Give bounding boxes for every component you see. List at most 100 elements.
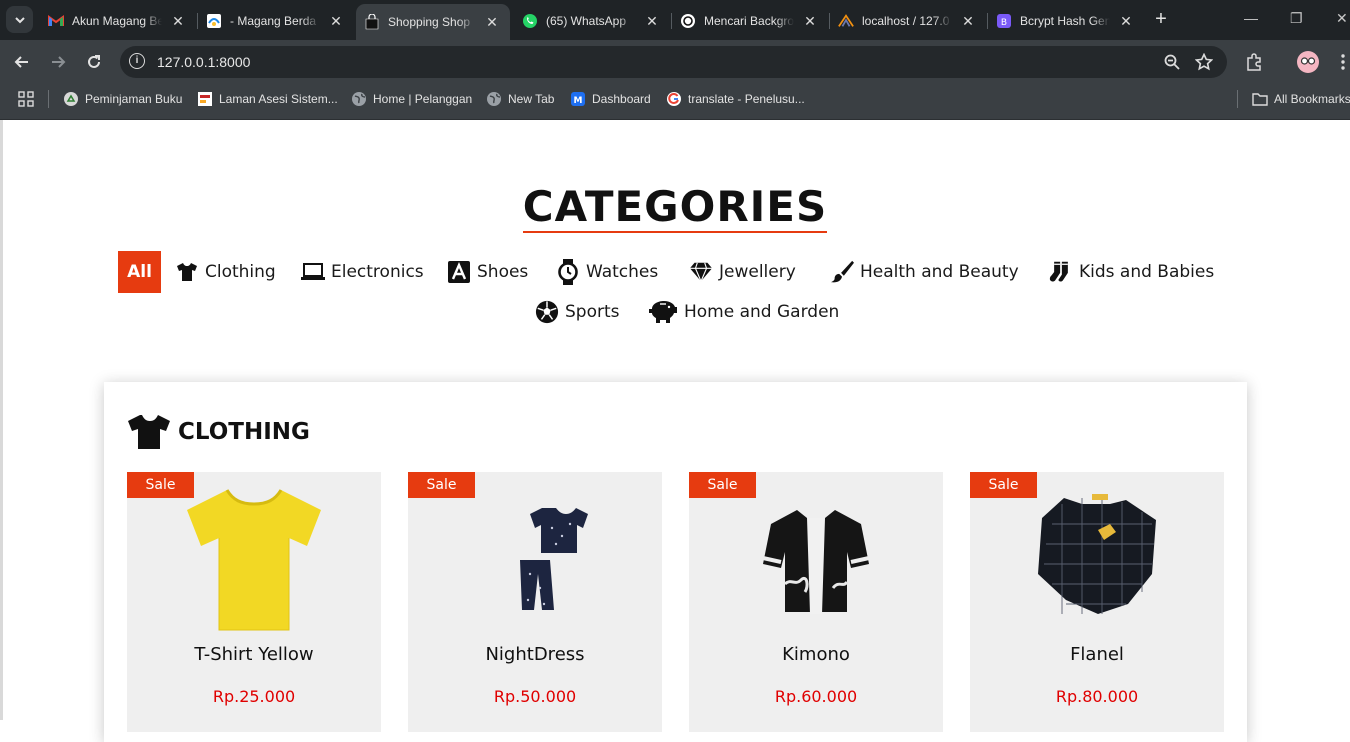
tab-title: Mencari Backgro [704,14,794,28]
bookmark-peminjaman-buku[interactable]: Peminjaman Buku [63,91,182,107]
product-price: Rp.25.000 [212,687,296,706]
address-bar[interactable] [120,46,1227,78]
bookmark-home-pelanggan[interactable]: Home | Pelanggan [351,91,472,107]
close-icon[interactable]: ✕ [168,11,188,31]
category-label: Shoes [477,262,529,282]
close-icon[interactable]: ✕ [1116,11,1136,31]
product-card[interactable]: Sale T-Shirt Yellow Rp.25.000 [127,472,381,732]
bookmark-star-icon[interactable] [1195,53,1213,71]
product-price: Rp.50.000 [493,687,577,706]
site-info-icon[interactable]: i [129,53,145,69]
gmail-icon [48,13,64,29]
forward-button[interactable] [47,51,69,73]
yellow-tshirt-image [187,489,321,631]
category-electronics[interactable]: Electronics [301,252,424,292]
section-title: CLOTHING [178,419,310,445]
reload-button[interactable] [83,51,105,73]
url-text[interactable]: 127.0.0.1:8000 [157,54,250,70]
product-name: NightDress [485,644,585,665]
letter-a-icon [447,260,471,284]
reload-icon [88,55,100,68]
tab-title: - Magang Berda [230,14,317,28]
phpmyadmin-icon [838,13,854,29]
product-name: T-Shirt Yellow [194,644,314,665]
product-name: Kimono [782,644,850,665]
globe-icon [351,91,367,107]
tab-shopping-shop[interactable]: Shopping Shop ✕ [356,4,510,40]
more-menu-icon[interactable] [1334,53,1350,71]
brush-icon [830,260,854,284]
tab-magang[interactable]: - Magang Berda ✕ [198,5,354,37]
soccer-ball-icon [535,300,559,324]
close-icon[interactable]: ✕ [326,11,346,31]
bcrypt-icon: B [996,13,1012,29]
shopping-bag-icon [364,14,380,30]
extensions-icon[interactable] [1245,53,1263,71]
tab-search-button[interactable] [6,6,33,33]
flanel-shirt-image [1038,494,1156,614]
all-bookmarks-button[interactable]: All Bookmarks [1252,91,1350,107]
watch-icon [556,259,580,285]
tab-title: Akun Magang Be [72,14,162,28]
tab-gmail[interactable]: Akun Magang Be ✕ [40,5,196,37]
tab-title: Bcrypt Hash Gen [1020,14,1110,28]
tab-mencari[interactable]: Mencari Backgro ✕ [672,5,828,37]
category-label: Clothing [205,262,276,282]
tab-bcrypt[interactable]: B Bcrypt Hash Gen ✕ [988,5,1144,37]
category-health-and-beauty[interactable]: Health and Beauty [830,252,1019,292]
category-clothing[interactable]: Clothing [175,252,276,292]
svg-text:B: B [1001,18,1007,28]
m-logo-icon: M [570,91,586,107]
category-label: Sports [565,302,620,322]
bookmark-label: translate - Penelusu... [688,92,805,106]
category-shoes[interactable]: Shoes [447,252,528,292]
nightdress-image [520,508,588,610]
close-icon[interactable]: ✕ [642,11,662,31]
bookmark-label: All Bookmarks [1274,92,1350,106]
category-kids-and-babies[interactable]: Kids and Babies [1049,252,1214,292]
diamond-icon [689,260,713,284]
close-icon[interactable]: ✕ [800,11,820,31]
close-icon[interactable]: ✕ [482,12,502,32]
laptop-icon [301,260,325,284]
openai-icon [680,13,696,29]
restore-button[interactable]: ❐ [1290,10,1303,27]
profile-avatar[interactable] [1297,51,1319,73]
globe-icon [486,91,502,107]
category-label: Kids and Babies [1079,262,1215,282]
bookmark-translate[interactable]: translate - Penelusu... [666,91,805,107]
section-heading: CLOTHING [126,412,310,452]
bookmark-new-tab[interactable]: New Tab [486,91,554,107]
apps-grid-icon[interactable] [18,91,34,107]
product-card[interactable]: Sale Flanel Rp.80.000 [970,472,1224,732]
bookmark-label: Peminjaman Buku [85,92,183,106]
back-button[interactable] [11,51,33,73]
product-price: Rp.80.000 [1055,687,1139,706]
category-sports[interactable]: Sports [535,292,620,332]
product-card[interactable]: Sale NightDress Rp.50.000 [408,472,662,732]
product-card[interactable]: Sale Kimono Rp.60.000 [689,472,943,732]
colorful-logo-icon [206,13,222,29]
category-label: Jewellery [719,262,796,282]
tab-whatsapp[interactable]: (65) WhatsApp ✕ [514,5,670,37]
category-jewellery[interactable]: Jewellery [689,252,796,292]
bookmark-dashboard[interactable]: M Dashboard [570,91,651,107]
window-close-button[interactable]: ✕ [1336,10,1348,27]
tab-phpmyadmin[interactable]: localhost / 127.0 ✕ [830,5,986,37]
recycle-icon [63,91,79,107]
minimize-button[interactable]: — [1244,10,1258,26]
google-icon [666,91,682,107]
category-all[interactable]: All [118,251,161,293]
category-label: Health and Beauty [860,262,1019,282]
categories-heading-wrap: CATEGORIES [0,183,1350,233]
kimono-image [762,510,870,614]
bookmark-label: New Tab [508,92,555,106]
new-tab-button[interactable]: + [1150,9,1172,31]
bookmark-laman-asesi[interactable]: Laman Asesi Sistem... [197,91,338,107]
tshirt-icon [175,260,199,284]
close-icon[interactable]: ✕ [958,11,978,31]
category-watches[interactable]: Watches [556,252,658,292]
socks-icon [1049,260,1073,284]
zoom-icon[interactable] [1163,53,1181,71]
category-home-and-garden[interactable]: Home and Garden [648,292,839,332]
